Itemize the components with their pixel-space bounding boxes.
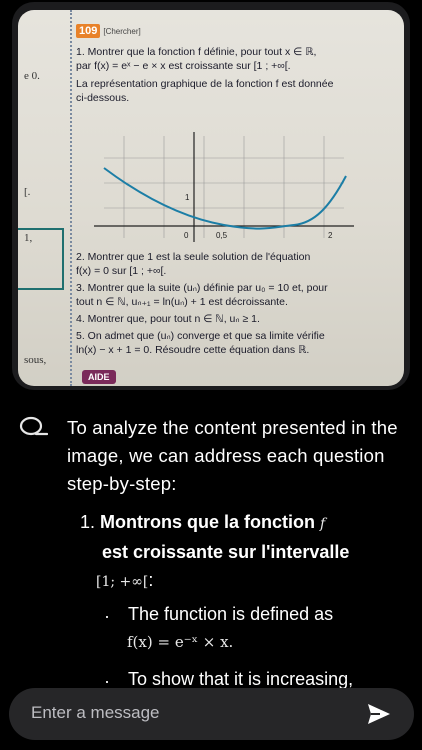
colon: :: [148, 570, 154, 590]
tick-label: 0,5: [216, 231, 228, 240]
question-2-line: f(x) = 0 sur [1 ; +∞[.: [76, 265, 167, 277]
tick-label: 2: [328, 231, 333, 240]
assistant-message: To analyze the content presented in the …: [67, 414, 407, 498]
attached-image-card[interactable]: e 0. [. 1, sous, 109 [Chercher] 1. Montre…: [12, 2, 410, 390]
tick-label: 0: [184, 231, 189, 240]
function-curve: [103, 167, 347, 230]
bullet-dot: ·: [104, 606, 110, 626]
send-icon[interactable]: [366, 701, 392, 727]
question-4-line: 4. Montrer que, pour tout n ∈ ℕ, uₙ ≥ 1.: [76, 313, 260, 325]
question-2-line: 2. Montrer que 1 est la seule solution d…: [76, 251, 311, 263]
message-input[interactable]: Enter a message: [31, 703, 160, 723]
item-number: 1.: [80, 512, 96, 532]
question-3-line: tout n ∈ ℕ, uₙ₊₁ = ln(uₙ) + 1 est décroi…: [76, 296, 288, 308]
function-graph: 0 0,5 2 1: [94, 132, 354, 242]
textbook-questions: 2. Montrer que 1 est la seule solution d…: [76, 250, 396, 357]
question-1-line: par f(x) = eˣ − e × x est croissante sur…: [76, 60, 291, 72]
question-1-line: 1. Montrer que la fonction f définie, po…: [76, 46, 317, 58]
page-edge-text: 1,: [24, 232, 33, 244]
exercise-number: 109: [76, 24, 101, 38]
bullet-1-text: The function is defined as: [128, 604, 334, 624]
textbook-exercise: 109 [Chercher] 1. Montrer que la fonction…: [76, 24, 396, 105]
question-3-line: 3. Montrer que la suite (uₙ) définie par…: [76, 282, 328, 294]
attached-photo: e 0. [. 1, sous, 109 [Chercher] 1. Montre…: [18, 10, 404, 386]
item-title: Montrons que la fonction f: [100, 512, 326, 532]
exercise-tag: [Chercher]: [103, 27, 141, 36]
tick-label: 1: [185, 193, 190, 202]
answer-intro: To analyze the content presented in the …: [67, 417, 398, 494]
page-edge-text: [.: [24, 186, 31, 198]
bullet-1-math: f(x) = e⁻ˣ × x.: [127, 633, 234, 651]
question-5-line: 5. On admet que (uₙ) converge et que sa …: [76, 330, 325, 342]
aide-badge: AIDE: [82, 370, 116, 384]
page-edge-text: sous,: [24, 354, 47, 366]
message-input-bar[interactable]: Enter a message: [9, 688, 414, 740]
assistant-logo-icon: [19, 416, 48, 436]
answer-item-1: 1. Montrons que la fonction f est croiss…: [80, 508, 410, 596]
interval-math: [1; +∞[: [96, 574, 149, 590]
question-1-line: ci-dessous.: [76, 92, 130, 104]
question-5-line: ln(x) − x + 1 = 0. Résoudre cette équati…: [76, 344, 310, 356]
question-1-line: La représentation graphique de la foncti…: [76, 78, 334, 90]
item-title-continued: est croissante sur l'intervalle: [102, 542, 350, 562]
page-edge-text: e 0.: [24, 70, 40, 82]
page-margin-dots: [70, 10, 72, 386]
